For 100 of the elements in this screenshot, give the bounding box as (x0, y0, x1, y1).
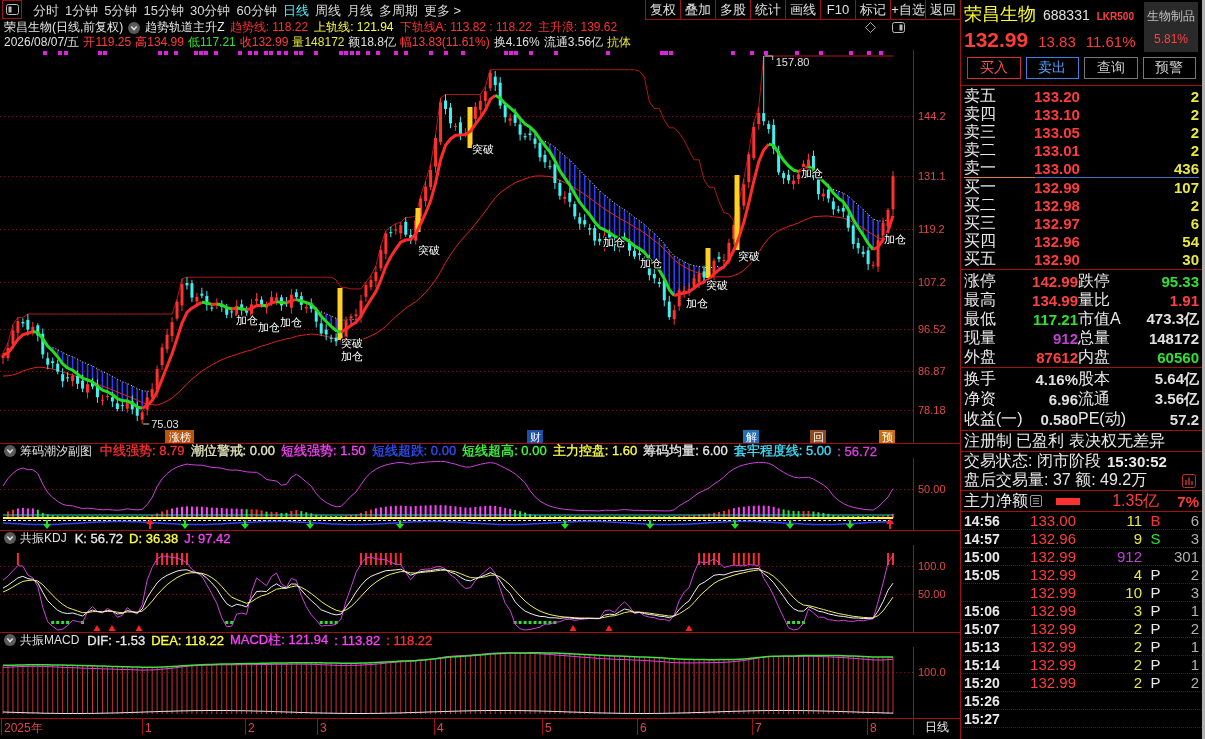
order-volume: 30 (1181, 250, 1199, 268)
event-tag[interactable]: 解 (743, 430, 759, 443)
trade-time: 14:56 (964, 512, 1001, 529)
period-tab[interactable]: 60分钟 (233, 0, 280, 20)
indicator-value: : 56.72 (837, 443, 877, 459)
date-axis-label: 2 (248, 721, 255, 735)
panel-toggle-icon[interactable] (5, 4, 19, 15)
down-arrow-icon (646, 520, 654, 529)
net-flow-bar (1056, 497, 1080, 505)
sector-card[interactable]: 生物制品 5.81% (1144, 2, 1198, 52)
trading-status: 交易状态: 闭市阶段 (964, 451, 1101, 471)
stat-value: 912 (1051, 330, 1078, 347)
trade-time: 15:07 (964, 620, 1001, 637)
trade-count: 2 (1189, 566, 1199, 583)
panel-toggle-icon[interactable] (892, 22, 905, 33)
signal-label: 加仓 (258, 321, 280, 333)
stat-label: 量比 (1078, 290, 1111, 310)
order-volume: 2 (1189, 196, 1199, 214)
trade-side: P (1149, 584, 1162, 601)
event-tag[interactable]: 涨榜 (165, 430, 194, 443)
dropdown-icon[interactable] (4, 445, 16, 457)
leader-line (764, 55, 774, 61)
event-tag[interactable]: 回 (810, 430, 826, 443)
order-price: 132.90 (1034, 250, 1081, 268)
trade-button[interactable]: 预警 (1142, 57, 1196, 79)
period-tab[interactable]: 5分钟 (101, 0, 141, 20)
period-tab[interactable]: 多周期 (375, 0, 421, 20)
axis-label: 86.87 (918, 365, 946, 377)
stat-value: 117.21 (1031, 311, 1078, 328)
period-tab[interactable]: 月线 (343, 0, 376, 20)
trade-time: 15:05 (964, 566, 1001, 583)
trade-time: 15:27 (964, 710, 1001, 727)
leader-line (142, 423, 150, 425)
order-price: 133.01 (1034, 141, 1081, 159)
pane-title: 共振MACD (20, 631, 80, 649)
order-volume: 107 (1172, 178, 1199, 196)
bar-chart-icon[interactable] (1182, 473, 1196, 488)
down-arrow-icon (396, 520, 404, 529)
trade-count: 1 (1189, 602, 1199, 619)
stat-value: 473.3亿 (1145, 310, 1199, 329)
event-tag[interactable]: 预 (879, 430, 895, 443)
indicator-value: 短线超高: 0.00 (462, 443, 547, 460)
list-icon[interactable] (1030, 495, 1042, 507)
trade-time: 15:06 (964, 602, 1001, 619)
pane-title: 共振KDJ (20, 529, 67, 547)
diamond-icon[interactable] (865, 22, 876, 33)
dropdown-icon[interactable] (4, 532, 16, 544)
quote-field: 换4.16% (493, 35, 540, 50)
trade-button[interactable]: 卖出 (1025, 57, 1079, 79)
up-arrow-icon (886, 519, 894, 529)
period-tab[interactable]: 周线 (311, 0, 344, 20)
trade-side: B (1149, 512, 1162, 529)
axis-label: 50.00 (918, 588, 946, 600)
down-arrow-icon (306, 520, 314, 529)
down-arrow-icon (241, 520, 249, 529)
indicator-value: 上轨线: 121.94 (314, 20, 394, 35)
trade-volume: 2 (1132, 656, 1142, 673)
stat-value: 6.96 (1047, 391, 1078, 408)
dropdown-icon[interactable] (4, 634, 16, 646)
stat-value: 5.64亿 (1153, 370, 1199, 389)
up-triangle-icon (569, 625, 577, 631)
event-tag[interactable]: 财 (527, 430, 543, 443)
period-tab[interactable]: 更多 > (420, 0, 465, 20)
trade-side: P (1149, 566, 1162, 583)
order-volume: 6 (1189, 214, 1199, 232)
period-tab[interactable]: 日线 (279, 0, 312, 20)
stat-value: 87612 (1035, 349, 1078, 366)
date-axis-label: 1 (145, 721, 152, 735)
panel-toggle-button[interactable] (2, 0, 22, 19)
stat-label: 内盘 (1078, 347, 1111, 367)
flow-amount: 1.35亿 (1112, 490, 1160, 511)
trade-side: P (1149, 638, 1162, 655)
trade-time: 15:20 (964, 674, 1001, 691)
trade-count: 3 (1189, 584, 1199, 601)
period-tab[interactable]: 分时 (30, 0, 62, 20)
order-volume: 54 (1181, 232, 1199, 250)
signal-label: 加仓 (341, 350, 363, 362)
axis-label: 100.0 (918, 666, 946, 678)
quote-field: 高134.99 (135, 35, 184, 50)
order-price: 133.10 (1034, 105, 1081, 123)
quote-field: 流通3.56亿 (543, 35, 604, 50)
stat-label: 收益(一) (964, 409, 1024, 429)
indicator-value: J: 97.42 (184, 530, 231, 546)
stat-value: 0.580 (1039, 411, 1078, 428)
trade-side: P (1149, 674, 1162, 691)
period-tab[interactable]: 15分钟 (140, 0, 187, 20)
indicator-value: 短线强势: 1.50 (281, 442, 366, 460)
trade-button[interactable]: 买入 (967, 57, 1021, 79)
stat-value: 95.33 (1160, 273, 1199, 290)
dropdown-icon[interactable] (128, 21, 141, 34)
indicator-value: : 118.22 (386, 632, 433, 648)
period-tab[interactable]: 30分钟 (186, 0, 234, 20)
status-time: 15:30:52 (1106, 453, 1167, 470)
toolbar-button[interactable]: +自选 (890, 0, 925, 19)
trade-price: 132.99 (1029, 620, 1076, 637)
order-price: 132.97 (1034, 214, 1081, 232)
period-tab[interactable]: 1分钟 (62, 0, 102, 20)
trade-price: 133.00 (1029, 512, 1076, 529)
trade-button[interactable]: 查询 (1084, 57, 1138, 79)
indicator-value: 趋势线: 118.22 (229, 20, 309, 35)
